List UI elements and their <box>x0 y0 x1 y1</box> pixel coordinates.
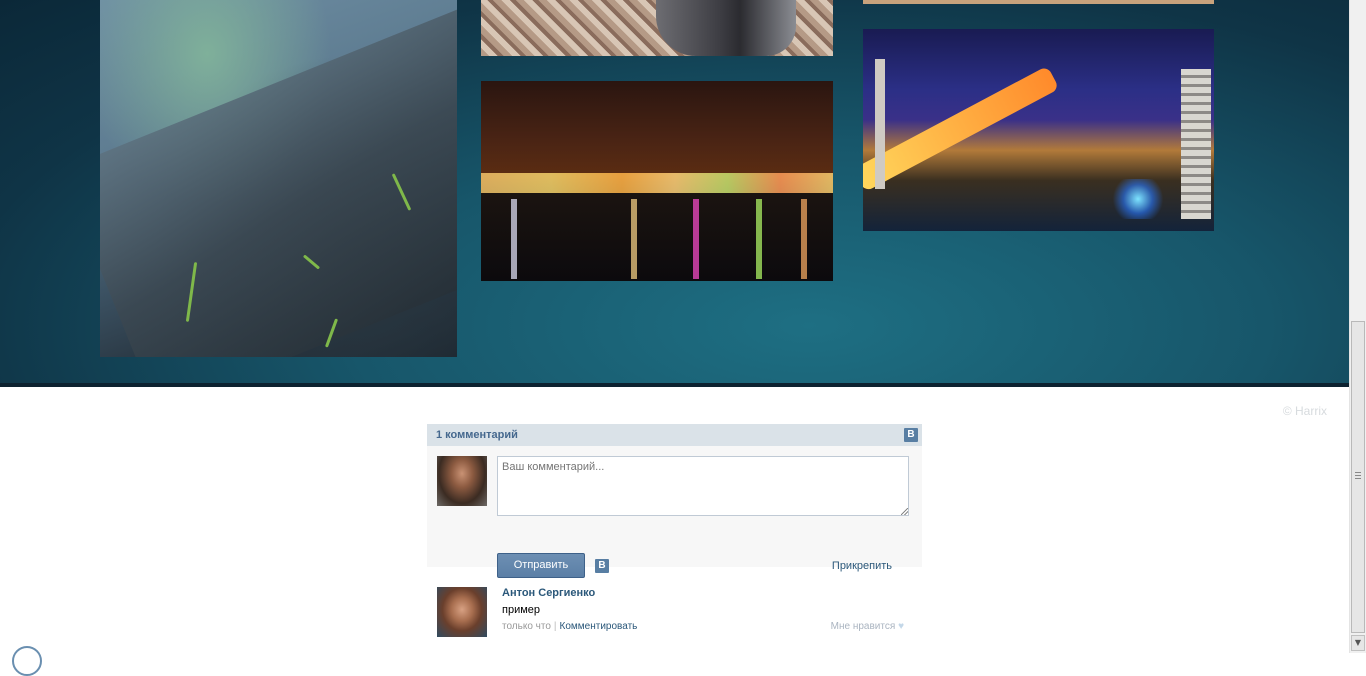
send-button[interactable]: Отправить <box>497 553 585 578</box>
vertical-scrollbar[interactable]: ▼ <box>1349 0 1366 653</box>
resize-grip-icon[interactable] <box>901 508 908 515</box>
comments-header: 1 комментарий B <box>427 424 922 446</box>
heart-icon[interactable]: ♥ <box>898 621 904 632</box>
scrollbar-thumb[interactable] <box>1351 321 1365 633</box>
comment-input[interactable] <box>497 456 909 516</box>
photo-fabric-portrait[interactable] <box>481 0 833 56</box>
photo-top-right-cropped[interactable] <box>863 0 1214 4</box>
light-reflection <box>801 199 807 279</box>
gallery-bottom-border <box>0 383 1349 387</box>
comment-form: Отправить B Прикрепить <box>427 446 922 578</box>
scrollbar-grip-icon <box>1355 472 1361 480</box>
commenter-avatar[interactable] <box>437 587 487 637</box>
comment-item: Антон Сергиенко пример только что | Коммен… <box>427 577 922 637</box>
photo-bridge-night-city[interactable] <box>863 29 1214 231</box>
light-reflection <box>511 199 517 279</box>
like-control[interactable]: Мне нравится ♥ <box>831 621 904 632</box>
photo-river-night-city[interactable] <box>481 81 833 281</box>
portrait-figure <box>656 0 796 56</box>
comment-meta: только что | Комментировать <box>502 621 637 632</box>
comment-text: пример <box>502 604 541 616</box>
reply-link[interactable]: Комментировать <box>560 621 638 632</box>
soil-layer <box>100 0 457 357</box>
vk-share-icon[interactable]: B <box>595 559 609 573</box>
attach-link[interactable]: Прикрепить <box>832 560 892 572</box>
vk-logo-icon[interactable]: B <box>904 428 918 442</box>
light-reflection <box>693 199 699 279</box>
light-reflection <box>631 199 637 279</box>
light-reflection <box>756 199 762 279</box>
like-label[interactable]: Мне нравится <box>831 621 896 632</box>
meta-separator: | <box>553 621 557 632</box>
comments-count: 1 комментарий <box>436 429 518 441</box>
scroll-down-arrow-icon[interactable]: ▼ <box>1351 635 1365 651</box>
blue-glow <box>1108 179 1168 219</box>
loading-spinner-icon <box>12 646 42 676</box>
vk-comments-widget: 1 комментарий B Отправить B Прикрепить А… <box>427 424 922 637</box>
city-lights-band <box>481 173 833 193</box>
comment-time[interactable]: только что <box>502 621 551 632</box>
light-pole <box>875 59 885 189</box>
copyright-text: © Harrix <box>1282 404 1327 418</box>
photo-gallery <box>0 0 1349 383</box>
apartment-tower <box>1181 69 1211 219</box>
lit-road <box>863 65 1060 192</box>
comment-author[interactable]: Антон Сергиенко <box>502 587 595 599</box>
photo-grass-closeup[interactable] <box>100 0 457 357</box>
current-user-avatar[interactable] <box>437 456 487 506</box>
